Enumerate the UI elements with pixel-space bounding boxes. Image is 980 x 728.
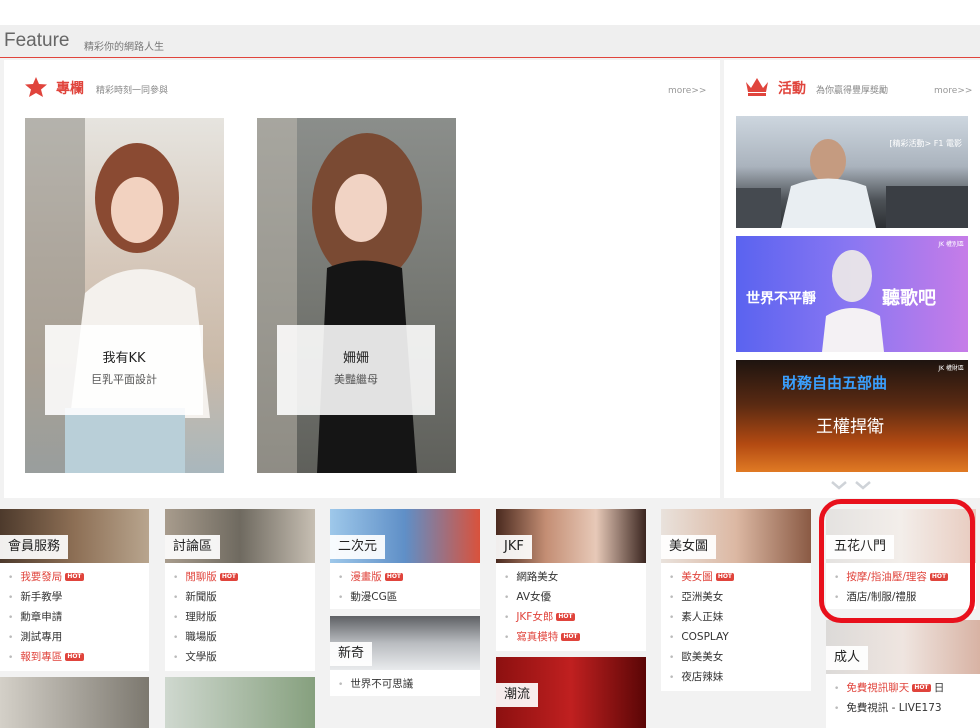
category-member-next	[0, 677, 149, 728]
category-acg-item[interactable]: 漫畫版HOT	[338, 567, 404, 587]
event-banner-finance-top: 財務自由五部曲	[782, 374, 888, 392]
category-novelty-label[interactable]: 新奇	[330, 642, 373, 666]
column-card-1-caption: 我有KK 巨乳平面設計	[45, 325, 203, 415]
event-banner-finance-tag: JK 權財區	[938, 365, 964, 372]
collapse-chevron-icon[interactable]	[830, 478, 874, 492]
event-banner-music-left: 世界不平靜	[746, 291, 816, 307]
crown-icon	[746, 78, 768, 96]
category-beauty-item[interactable]: 歐美美女	[669, 647, 734, 667]
category-adult-label[interactable]: 成人	[826, 646, 869, 670]
event-banner-music-right: 聽歌吧	[882, 288, 936, 309]
category-forum-item[interactable]: 職場版	[173, 627, 238, 647]
column-card-1-photo	[25, 118, 210, 473]
category-beauty-item[interactable]: 亞洲美女	[669, 587, 734, 607]
category-acg: 二次元 漫畫版HOT 動漫CG區	[330, 509, 480, 609]
category-member-item[interactable]: 報到專區HOT	[8, 647, 84, 667]
category-forum: 討論區 閒聊版HOT 新聞版 理財版 職場版 文學版	[165, 509, 315, 671]
column-card-2-caption: 姍姍 美豔繼母	[277, 325, 435, 415]
event-banner-f1[interactable]: [精彩活動> F1 電影	[736, 116, 968, 228]
category-forum-item[interactable]: 文學版	[173, 647, 238, 667]
category-jkf-label[interactable]: JKF	[496, 535, 532, 559]
star-icon	[25, 77, 47, 97]
category-member-label[interactable]: 會員服務	[0, 535, 69, 559]
event-subtitle: 為你贏得豐厚獎勵	[816, 86, 889, 96]
column-card-1-name: 我有KK	[102, 351, 146, 366]
column-title: 專欄	[56, 81, 84, 97]
category-trend: 潮流	[496, 657, 646, 728]
event-more-link[interactable]: more>>	[934, 86, 972, 96]
event-title: 活動	[778, 81, 806, 97]
category-adult: 成人 免費視訊聊天HOT 日 免費視訊 - LIVE173	[826, 620, 980, 728]
category-beauty-item[interactable]: 素人正妹	[669, 607, 734, 627]
category-jkf-item[interactable]: 網路美女	[504, 567, 580, 587]
category-adult-item[interactable]: 免費視訊 - LIVE173	[834, 698, 944, 718]
category-member: 會員服務 我要發局HOT 新手教學 勳章申請 測試專用 報到專區HOT	[0, 509, 149, 671]
event-banner-finance-mid: 王權捍衛	[816, 417, 884, 437]
category-trend-label[interactable]: 潮流	[496, 683, 539, 707]
category-jkf-item[interactable]: JKF女郎HOT	[504, 607, 580, 627]
category-jkf-item[interactable]: AV女優	[504, 587, 580, 607]
event-banner-f1-caption: [精彩活動> F1 電影	[889, 139, 962, 148]
feature-header: Feature 精彩你的網路人生	[0, 25, 980, 58]
event-banner-music[interactable]: JK 權別區 世界不平靜 聽歌吧	[736, 236, 968, 352]
event-banner-music-figure	[822, 250, 884, 352]
column-card-1[interactable]: 我有KK 巨乳平面設計	[25, 118, 224, 473]
column-more-link[interactable]: more>>	[668, 86, 706, 96]
event-banner-music-tag: JK 權別區	[938, 241, 964, 248]
column-subtitle: 精彩時刻一同參與	[96, 86, 169, 96]
category-beauty-item[interactable]: 夜店辣妹	[669, 667, 734, 687]
category-beauty-item[interactable]: COSPLAY	[669, 627, 734, 647]
event-banner-f1-photo	[736, 139, 968, 228]
column-card-1-desc: 巨乳平面設計	[91, 373, 157, 386]
highlight-annotation	[819, 499, 975, 623]
category-acg-item[interactable]: 動漫CG區	[338, 587, 403, 607]
category-jkf-item[interactable]: 寫真模特HOT	[504, 627, 580, 647]
category-beauty-item[interactable]: 美女圖HOT	[669, 567, 735, 587]
column-card-2-name: 姍姍	[342, 351, 369, 366]
category-forum-label[interactable]: 討論區	[165, 535, 221, 559]
category-forum-item[interactable]: 新聞版	[173, 587, 238, 607]
category-beauty-label[interactable]: 美女圖	[661, 535, 717, 559]
column-card-2-photo	[257, 118, 422, 473]
category-forum-item[interactable]: 閒聊版HOT	[173, 567, 239, 587]
category-jkf: JKF 網路美女 AV女優 JKF女郎HOT 寫真模特HOT	[496, 509, 646, 651]
event-panel: 活動 為你贏得豐厚獎勵 more>> [精彩活動> F1 電影 JK 權別區 世…	[724, 60, 980, 498]
column-panel: 專欄 精彩時刻一同參與 more>> 我有KK 巨乳平面設計 姍姍 美豔繼母	[4, 60, 720, 498]
category-forum-item[interactable]: 理財版	[173, 607, 238, 627]
top-whitespace	[0, 0, 980, 25]
category-beauty: 美女圖 美女圖HOT 亞洲美女 素人正妹 COSPLAY 歐美美女 夜店辣妹	[661, 509, 811, 691]
category-member-item[interactable]: 我要發局HOT	[8, 567, 84, 587]
category-member-item[interactable]: 測試專用	[8, 627, 84, 647]
category-novelty: 新奇 世界不可思議	[330, 616, 480, 696]
category-member-item[interactable]: 勳章申請	[8, 607, 84, 627]
event-banner-finance[interactable]: JK 權財區 財務自由五部曲 王權捍衛	[736, 360, 968, 472]
category-adult-item[interactable]: 免費視訊聊天HOT 日	[834, 678, 944, 698]
category-novelty-item[interactable]: 世界不可思議	[338, 674, 413, 694]
category-acg-label[interactable]: 二次元	[330, 535, 386, 559]
feature-title: Feature	[4, 30, 70, 51]
feature-subtitle: 精彩你的網路人生	[84, 42, 164, 53]
category-member-item[interactable]: 新手教學	[8, 587, 84, 607]
category-forum-next	[165, 677, 315, 728]
column-card-2[interactable]: 姍姍 美豔繼母	[257, 118, 456, 473]
column-card-2-desc: 美豔繼母	[334, 373, 378, 386]
